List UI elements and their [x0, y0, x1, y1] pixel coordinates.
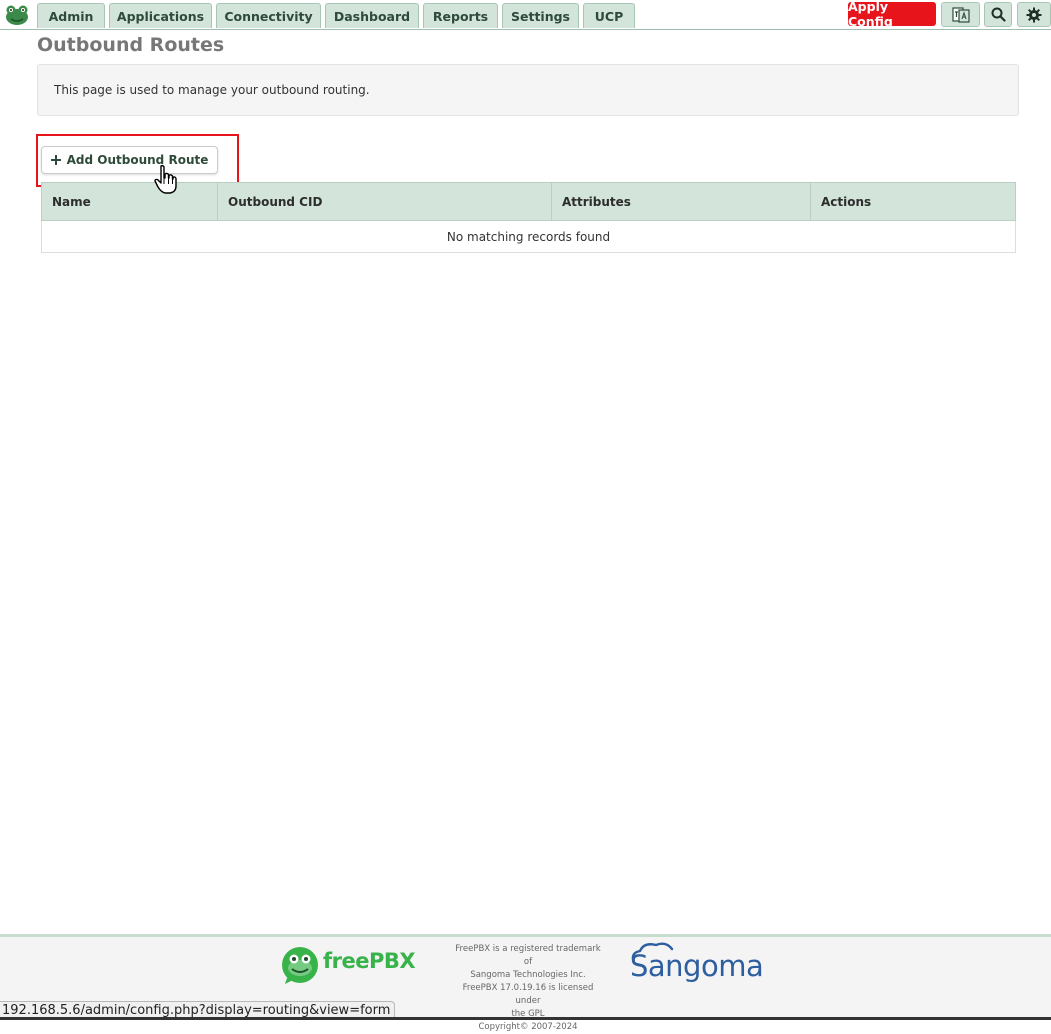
settings-button[interactable]	[1017, 2, 1051, 27]
footer-note-line: FreePBX 17.0.19.16 is licensed under	[462, 983, 594, 1006]
table-row: No matching records found	[41, 220, 1016, 253]
column-header-actions[interactable]: Actions	[810, 182, 1016, 221]
apply-config-button[interactable]: Apply Config	[848, 0, 936, 29]
gear-icon	[1026, 7, 1042, 22]
hand-pointer-cursor-icon	[154, 164, 177, 194]
info-box: This page is used to manage your outboun…	[37, 64, 1019, 116]
outbound-routes-table: Name Outbound CID Attributes Actions No …	[41, 182, 1016, 253]
column-header-name[interactable]: Name	[41, 182, 218, 221]
tab-admin[interactable]: Admin	[37, 3, 105, 28]
top-navigation: Admin Applications Connectivity Dashboar…	[0, 0, 1051, 30]
tab-connectivity[interactable]: Connectivity	[216, 3, 321, 28]
sangoma-logo-text[interactable]: Sangoma	[630, 949, 764, 983]
footer-copyright-note: FreePBX is a registered trademark of San…	[451, 943, 605, 1034]
tab-applications[interactable]: Applications	[109, 3, 212, 28]
footer-note-line: FreePBX is a registered trademark of	[455, 944, 601, 967]
empty-table-message: No matching records found	[41, 220, 1016, 253]
column-header-outbound-cid[interactable]: Outbound CID	[217, 182, 552, 221]
add-outbound-route-button[interactable]: Add Outbound Route	[41, 146, 218, 174]
freepbx-frog-logo-icon[interactable]	[4, 3, 30, 27]
freepbx-logo-text: freePBX	[323, 949, 416, 973]
page-title: Outbound Routes	[37, 34, 225, 56]
language-icon	[951, 6, 970, 23]
footer-note-line: Copyright© 2007-2024	[478, 1022, 578, 1032]
tab-reports[interactable]: Reports	[423, 3, 498, 28]
column-header-attributes[interactable]: Attributes	[551, 182, 811, 221]
language-button[interactable]	[941, 2, 980, 27]
tab-settings[interactable]: Settings	[502, 3, 579, 28]
tab-ucp[interactable]: UCP	[583, 3, 635, 28]
search-icon	[991, 7, 1006, 22]
tab-dashboard[interactable]: Dashboard	[325, 3, 419, 28]
table-header-row: Name Outbound CID Attributes Actions	[41, 182, 1016, 221]
footer-note-line: Sangoma Technologies Inc.	[470, 970, 586, 980]
info-text: This page is used to manage your outboun…	[54, 83, 370, 97]
add-outbound-route-label: Add Outbound Route	[66, 153, 209, 167]
search-button[interactable]	[984, 2, 1012, 27]
plus-icon	[50, 155, 61, 165]
